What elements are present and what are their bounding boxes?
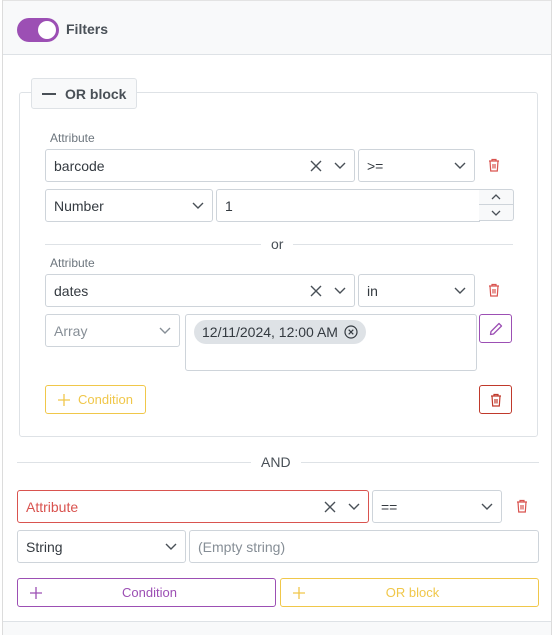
- chevron-down-icon: [454, 162, 466, 169]
- value-type-value: Array: [54, 322, 88, 339]
- value-chip: 12/11/2024, 12:00 AM: [194, 320, 366, 344]
- chevron-down-icon: [491, 210, 501, 216]
- value-type-select[interactable]: String: [17, 530, 186, 563]
- operator-select[interactable]: >=: [358, 149, 475, 182]
- chevron-down-icon: [165, 543, 177, 550]
- chevron-down-icon: [192, 202, 204, 209]
- delete-condition-icon[interactable]: [488, 158, 500, 172]
- attribute-value: dates: [54, 282, 89, 299]
- value-type-select[interactable]: Number: [45, 189, 213, 222]
- attribute-label: Attribute: [50, 131, 95, 145]
- string-value-input[interactable]: (Empty string): [189, 530, 539, 563]
- panel-footer: [3, 621, 551, 635]
- attribute-placeholder: Attribute: [26, 498, 79, 515]
- operator-value: ==: [381, 498, 398, 515]
- chip-label: 12/11/2024, 12:00 AM: [202, 324, 338, 340]
- value-type-value: Number: [54, 197, 104, 214]
- delete-condition-icon[interactable]: [516, 499, 528, 513]
- clear-icon[interactable]: [310, 285, 322, 297]
- value-type-value: String: [26, 538, 63, 555]
- edit-array-button[interactable]: [479, 314, 512, 343]
- remove-chip-icon[interactable]: [344, 325, 358, 339]
- number-value-input[interactable]: 1: [216, 189, 480, 222]
- chevron-down-icon[interactable]: [334, 162, 346, 170]
- number-value: 1: [225, 197, 233, 214]
- and-separator-label: AND: [251, 454, 301, 470]
- increment-button[interactable]: [479, 190, 513, 205]
- number-stepper: [479, 189, 514, 221]
- add-condition-label: Condition: [122, 585, 177, 600]
- operator-select[interactable]: ==: [372, 490, 502, 523]
- array-value-box[interactable]: 12/11/2024, 12:00 AM: [185, 314, 477, 371]
- filters-panel: Filters OR block Attribute barcode >= Nu…: [2, 0, 552, 635]
- attribute-label: Attribute: [50, 256, 95, 270]
- chevron-down-icon: [159, 327, 171, 334]
- value-type-select[interactable]: Array: [45, 314, 180, 347]
- filters-title: Filters: [66, 21, 109, 37]
- filters-toggle[interactable]: [17, 18, 59, 42]
- trash-icon: [490, 393, 501, 407]
- attribute-select[interactable]: dates: [45, 274, 355, 307]
- chevron-down-icon[interactable]: [334, 287, 346, 295]
- add-or-block-label: OR block: [385, 585, 440, 600]
- collapse-or-block-button[interactable]: OR block: [31, 78, 138, 109]
- chevron-down-icon: [481, 503, 493, 510]
- add-condition-button[interactable]: Condition: [45, 385, 146, 414]
- or-block-legend-label: OR block: [65, 85, 127, 102]
- add-condition-label: Condition: [78, 392, 133, 407]
- or-separator-label: or: [261, 236, 294, 252]
- decrement-button[interactable]: [479, 205, 513, 220]
- plus-icon: [58, 393, 70, 406]
- string-value-placeholder: (Empty string): [198, 538, 286, 555]
- filters-header: Filters: [3, 0, 551, 55]
- toggle-knob: [38, 21, 56, 39]
- plus-icon: [30, 586, 42, 599]
- delete-condition-icon[interactable]: [488, 283, 500, 297]
- attribute-select[interactable]: barcode: [45, 149, 355, 182]
- add-root-condition-button[interactable]: Condition: [17, 578, 276, 607]
- clear-icon[interactable]: [324, 501, 336, 513]
- pencil-icon: [489, 322, 502, 335]
- clear-icon[interactable]: [310, 160, 322, 172]
- chevron-up-icon: [491, 194, 501, 200]
- minus-icon: [42, 92, 56, 95]
- operator-value: >=: [367, 157, 384, 174]
- chevron-down-icon: [454, 287, 466, 294]
- add-or-block-button[interactable]: OR block: [280, 578, 539, 607]
- delete-or-block-button[interactable]: [479, 385, 512, 414]
- attribute-value: barcode: [54, 157, 105, 174]
- chevron-down-icon[interactable]: [348, 503, 360, 511]
- operator-value: in: [367, 282, 378, 299]
- operator-select[interactable]: in: [358, 274, 475, 307]
- plus-icon: [293, 586, 305, 599]
- attribute-select[interactable]: Attribute: [17, 490, 369, 523]
